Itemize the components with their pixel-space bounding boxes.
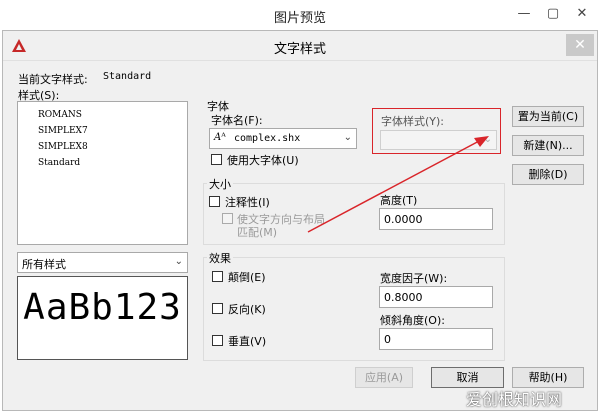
viewer-close-button[interactable]: ✕	[571, 5, 593, 23]
viewer-minimize-button[interactable]: —	[513, 5, 535, 23]
viewer-maximize-button[interactable]: ▢	[542, 5, 564, 23]
annotation-arrow	[307, 136, 489, 233]
viewer-title: 图片预览	[273, 11, 326, 26]
watermark-text: 爱创根知识网	[466, 390, 563, 409]
text-style-dialog: 文字样式 ✕ 当前文字样式: Standard 样式(S): ROMANS SI…	[2, 30, 598, 411]
